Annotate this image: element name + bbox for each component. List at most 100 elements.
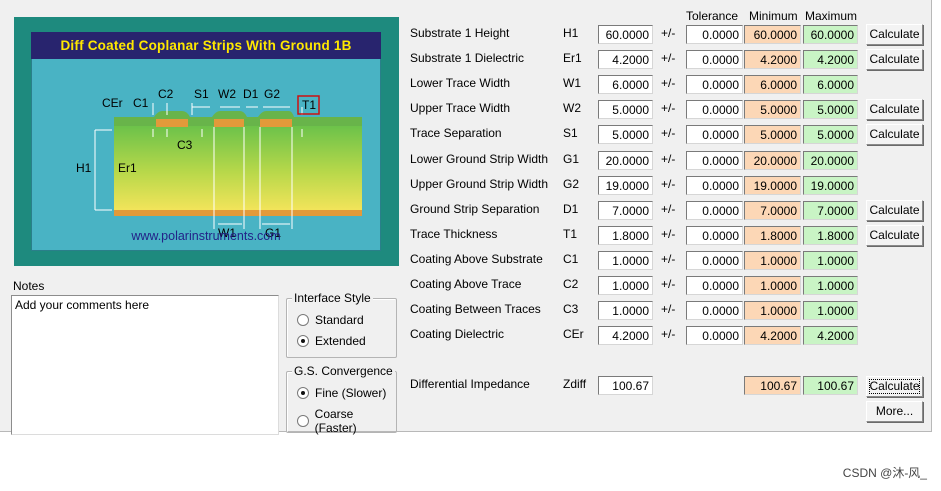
param-value-er1[interactable]: 4.2000 <box>598 50 653 69</box>
param-symbol-t1: T1 <box>563 227 578 241</box>
plus-minus-s1: +/- <box>661 126 676 140</box>
calculate-button-s1[interactable]: Calculate <box>866 124 923 145</box>
plus-minus-d1: +/- <box>661 202 676 216</box>
substrate-layer <box>114 126 362 210</box>
param-symbol-g2: G2 <box>563 177 580 191</box>
param-tolerance-cer[interactable]: 0.0000 <box>686 326 743 345</box>
param-value-t1[interactable]: 1.8000 <box>598 226 653 245</box>
param-value-c1[interactable]: 1.0000 <box>598 251 653 270</box>
param-tolerance-w1[interactable]: 0.0000 <box>686 75 743 94</box>
label-c3: C3 <box>177 138 193 152</box>
param-tolerance-c3[interactable]: 0.0000 <box>686 301 743 320</box>
label-c1: C1 <box>133 96 149 110</box>
radio-coarse-circle[interactable] <box>297 415 309 427</box>
param-tolerance-er1[interactable]: 0.0000 <box>686 50 743 69</box>
more-button[interactable]: More... <box>866 401 923 422</box>
param-label-c2: Coating Above Trace <box>410 277 522 291</box>
calculate-button-h1[interactable]: Calculate <box>866 24 923 45</box>
label-cer: CEr <box>102 96 123 110</box>
diagram-title: Diff Coated Coplanar Strips With Ground … <box>31 32 381 59</box>
radio-extended-label: Extended <box>315 334 366 348</box>
param-value-c3[interactable]: 1.0000 <box>598 301 653 320</box>
calculate-button-w2[interactable]: Calculate <box>866 99 923 120</box>
param-min-c1: 1.0000 <box>744 251 801 270</box>
label-t1: T1 <box>302 98 317 112</box>
param-tolerance-w2[interactable]: 0.0000 <box>686 100 743 119</box>
ground-strip <box>260 119 292 127</box>
param-max-w1: 6.0000 <box>803 75 858 94</box>
plus-minus-er1: +/- <box>661 51 676 65</box>
param-min-g2: 19.0000 <box>744 176 801 195</box>
param-min-er1: 4.2000 <box>744 50 801 69</box>
radio-fine[interactable]: Fine (Slower) <box>297 386 386 400</box>
param-tolerance-c1[interactable]: 0.0000 <box>686 251 743 270</box>
param-max-g2: 19.0000 <box>803 176 858 195</box>
calculate-button-d1[interactable]: Calculate <box>866 200 923 221</box>
label-c2: C2 <box>158 87 174 101</box>
param-tolerance-g2[interactable]: 0.0000 <box>686 176 743 195</box>
param-label-g1: Lower Ground Strip Width <box>410 152 549 166</box>
plus-minus-t1: +/- <box>661 227 676 241</box>
label-h1: H1 <box>76 161 92 175</box>
radio-standard[interactable]: Standard <box>297 313 364 327</box>
param-value-g2[interactable]: 19.0000 <box>598 176 653 195</box>
radio-fine-circle[interactable] <box>297 387 309 399</box>
param-value-w1[interactable]: 6.0000 <box>598 75 653 94</box>
param-value-c2[interactable]: 1.0000 <box>598 276 653 295</box>
calculate-button-er1[interactable]: Calculate <box>866 49 923 70</box>
diagram-canvas: CEr C1 C2 S1 W2 D1 G2 T1 C3 H1 Er1 W1 G1… <box>31 59 381 251</box>
notes-label: Notes <box>13 279 45 293</box>
plus-minus-c2: +/- <box>661 277 676 291</box>
param-tolerance-t1[interactable]: 0.0000 <box>686 226 743 245</box>
radio-fine-label: Fine (Slower) <box>315 386 387 400</box>
label-d1: D1 <box>243 87 259 101</box>
param-min-d1: 7.0000 <box>744 201 801 220</box>
header-tolerance: Tolerance <box>686 9 739 23</box>
app-window: Diff Coated Coplanar Strips With Ground … <box>0 0 932 435</box>
impedance-max: 100.67 <box>803 376 858 395</box>
radio-extended[interactable]: Extended <box>297 334 366 348</box>
impedance-value: 100.67 <box>598 376 653 395</box>
label-s1: S1 <box>194 87 209 101</box>
trace-1 <box>156 119 188 127</box>
param-value-d1[interactable]: 7.0000 <box>598 201 653 220</box>
param-symbol-d1: D1 <box>563 202 579 216</box>
plus-minus-h1: +/- <box>661 26 676 40</box>
param-label-w1: Lower Trace Width <box>410 76 511 90</box>
param-min-h1: 60.0000 <box>744 25 801 44</box>
label-g2: G2 <box>264 87 281 101</box>
radio-coarse[interactable]: Coarse (Faster) <box>297 407 396 435</box>
param-value-cer[interactable]: 4.2000 <box>598 326 653 345</box>
param-tolerance-h1[interactable]: 0.0000 <box>686 25 743 44</box>
param-value-h1[interactable]: 60.0000 <box>598 25 653 44</box>
impedance-calculate-button[interactable]: Calculate <box>866 376 923 397</box>
param-label-er1: Substrate 1 Dielectric <box>410 51 525 65</box>
radio-standard-circle[interactable] <box>297 314 309 326</box>
param-value-w2[interactable]: 5.0000 <box>598 100 653 119</box>
param-max-c2: 1.0000 <box>803 276 858 295</box>
param-value-g1[interactable]: 20.0000 <box>598 151 653 170</box>
param-min-t1: 1.8000 <box>744 226 801 245</box>
param-tolerance-c2[interactable]: 0.0000 <box>686 276 743 295</box>
param-label-w2: Upper Trace Width <box>410 101 511 115</box>
param-tolerance-d1[interactable]: 0.0000 <box>686 201 743 220</box>
param-symbol-w1: W1 <box>563 76 581 90</box>
impedance-symbol: Zdiff <box>563 377 587 391</box>
param-tolerance-g1[interactable]: 0.0000 <box>686 151 743 170</box>
param-symbol-er1: Er1 <box>563 51 582 65</box>
param-min-w2: 5.0000 <box>744 100 801 119</box>
param-value-s1[interactable]: 5.0000 <box>598 125 653 144</box>
param-tolerance-s1[interactable]: 0.0000 <box>686 125 743 144</box>
param-label-d1: Ground Strip Separation <box>410 202 540 216</box>
website-url: www.polarinstruments.com <box>131 229 281 243</box>
param-label-g2: Upper Ground Strip Width <box>410 177 549 191</box>
radio-extended-circle[interactable] <box>297 335 309 347</box>
calculate-button-t1[interactable]: Calculate <box>866 225 923 246</box>
param-max-c3: 1.0000 <box>803 301 858 320</box>
param-max-w2: 5.0000 <box>803 100 858 119</box>
param-symbol-c1: C1 <box>563 252 579 266</box>
trace-2 <box>214 119 244 127</box>
param-label-c1: Coating Above Substrate <box>410 252 543 266</box>
notes-textarea[interactable]: Add your comments here <box>11 295 279 435</box>
param-symbol-s1: S1 <box>563 126 578 140</box>
